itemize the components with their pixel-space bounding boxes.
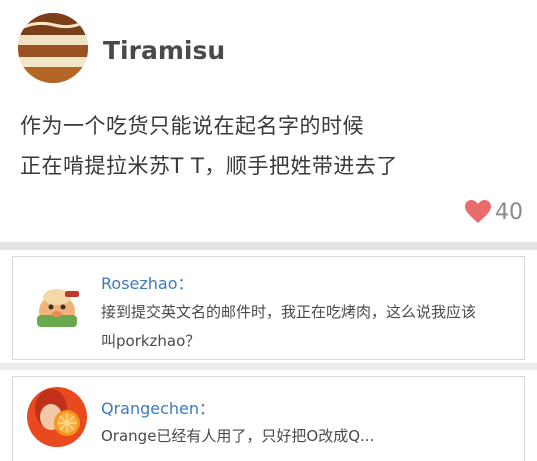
orange-avatar-image: [27, 387, 87, 447]
orange-avatar[interactable]: [27, 387, 87, 447]
heart-icon: [465, 200, 491, 223]
comment-text-line-1: 接到提交英文名的邮件时，我正在吃烤肉，这么说我应该: [101, 303, 477, 321]
comment-text-line-2: 叫porkzhao？: [101, 332, 201, 350]
tiramisu-avatar[interactable]: [18, 13, 88, 83]
comment-item: Qrangechen： Orange已经有人用了，只好把O改成Q...: [12, 376, 525, 461]
comment-text-line-1: Orange已经有人用了，只好把O改成Q...: [101, 427, 375, 445]
tiramisu-avatar-image: [18, 13, 88, 83]
section-divider: [0, 242, 537, 250]
comment-username[interactable]: Qrangechen：: [101, 395, 215, 419]
like-count: 40: [495, 199, 523, 225]
post-text-line-1: 作为一个吃货只能说在起名字的时候: [20, 114, 364, 138]
section-divider: [0, 363, 537, 370]
cartoon-pig-avatar-image: [27, 277, 87, 337]
post-text-line-2: 正在啃提拉米苏T T，顺手把姓带进去了: [20, 154, 398, 178]
post-username[interactable]: Tiramisu: [103, 36, 225, 65]
cartoon-pig-avatar[interactable]: [27, 277, 87, 337]
post: Tiramisu 作为一个吃货只能说在起名字的时候 正在啃提拉米苏T T，顺手把…: [0, 0, 537, 242]
like-button[interactable]: 40: [464, 199, 523, 225]
comment-item: Rosezhao： 接到提交英文名的邮件时，我正在吃烤肉，这么说我应该 叫por…: [12, 256, 525, 360]
comment-username[interactable]: Rosezhao：: [101, 270, 194, 294]
